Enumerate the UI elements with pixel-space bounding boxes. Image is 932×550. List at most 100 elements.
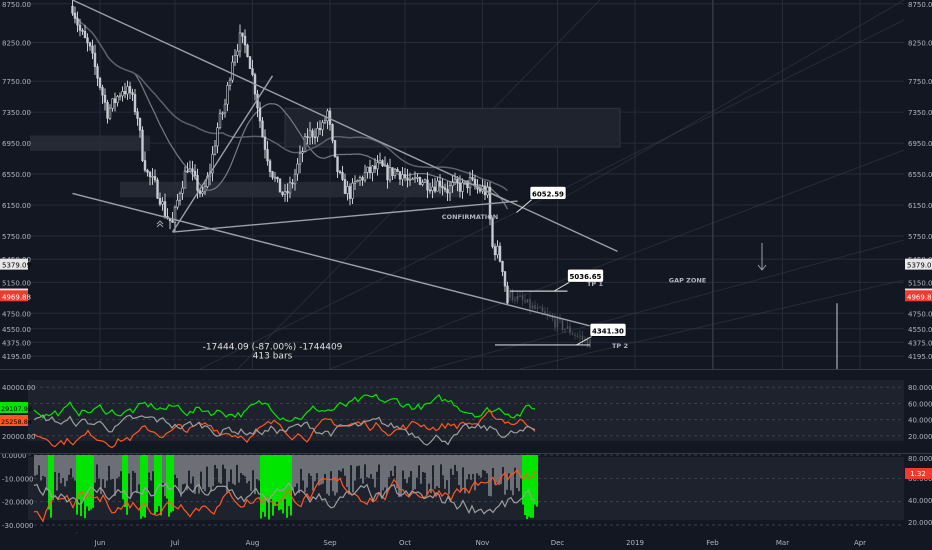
- oscillator-right-label: 80.0000: [908, 384, 932, 392]
- histogram-bar: [530, 455, 532, 518]
- histogram-bar: [424, 455, 426, 473]
- histogram-bar: [174, 455, 176, 475]
- candle-body: [436, 180, 439, 192]
- histogram-bar: [354, 455, 356, 481]
- candle-body: [78, 24, 82, 31]
- histogram-bar: [468, 455, 470, 475]
- projected-candle: [544, 311, 546, 314]
- histogram-bar: [324, 455, 326, 474]
- candle-body: [131, 92, 134, 95]
- histogram-bar: [418, 455, 420, 466]
- histogram-bar: [300, 455, 302, 469]
- histogram-bar: [484, 455, 486, 471]
- histogram-bar: [426, 455, 428, 495]
- histogram-bar: [182, 455, 184, 485]
- histogram-bar: [268, 455, 270, 520]
- zone-box: [30, 135, 150, 151]
- price-tick-label: 8750.00: [2, 1, 31, 9]
- candle-body: [341, 172, 344, 180]
- candle-body: [333, 140, 337, 157]
- time-tick-label: Jul: [170, 539, 180, 547]
- candle-body: [388, 167, 392, 181]
- candle-body: [201, 191, 204, 194]
- candle-body: [231, 61, 234, 81]
- candle-body: [278, 178, 282, 193]
- price-tick-label: 6950.00: [908, 140, 932, 148]
- candle-body: [303, 136, 307, 153]
- histogram-bar: [218, 455, 220, 483]
- histogram-bar: [476, 455, 478, 474]
- histogram-bar: [382, 455, 384, 491]
- candle-body: [103, 94, 107, 103]
- histogram-bar: [130, 455, 132, 497]
- oscillator-left-label: -30.0000: [2, 522, 33, 530]
- histogram-bar: [260, 455, 262, 519]
- histogram-bar: [400, 455, 402, 497]
- histogram-bar: [198, 455, 200, 494]
- histogram-bar: [74, 455, 76, 481]
- price-tick-label: 7750.00: [2, 78, 31, 86]
- histogram-bar: [146, 455, 148, 507]
- candle-body: [236, 50, 239, 56]
- candle-body: [313, 136, 317, 139]
- histogram-bar: [288, 455, 290, 507]
- oscillator-pane-2[interactable]: 0.0000-10.0000-20.0000-30.000080.000060.…: [2, 452, 932, 532]
- histogram-bar: [116, 455, 118, 479]
- candle-body: [338, 171, 342, 173]
- histogram-bar: [272, 455, 274, 516]
- trading-chart[interactable]: 6052.595036.654341.30 CONFIRMATIONTP 1TP…: [0, 0, 932, 550]
- projected-candle: [531, 305, 534, 309]
- histogram-bar: [176, 455, 178, 479]
- projected-candle: [539, 307, 541, 309]
- candle-body: [176, 199, 179, 208]
- histogram-bar: [358, 455, 360, 466]
- time-tick-label: Feb: [706, 539, 719, 547]
- candle-body: [216, 127, 219, 147]
- histogram-bar: [214, 455, 216, 465]
- histogram-bar: [412, 455, 414, 491]
- histogram-bar: [398, 455, 400, 497]
- candle-body: [346, 186, 349, 194]
- histogram-bar: [134, 455, 136, 473]
- price-tick-label: 4550.00: [2, 326, 31, 334]
- projected-candle: [524, 300, 526, 303]
- projected-candle: [516, 295, 519, 301]
- histogram-bar: [266, 455, 268, 501]
- projected-candle: [579, 335, 581, 337]
- time-tick-label: 2019: [626, 539, 644, 547]
- candle-body: [283, 191, 287, 195]
- candle-body: [268, 160, 272, 172]
- candle-body: [266, 149, 269, 162]
- histogram-bar: [152, 455, 154, 472]
- histogram-bar: [40, 455, 42, 481]
- histogram-bar: [312, 455, 314, 491]
- histogram-bar: [294, 455, 296, 487]
- candle-body: [108, 107, 112, 119]
- candle-body: [91, 45, 94, 54]
- histogram-bar: [34, 455, 36, 476]
- histogram-bar: [416, 455, 418, 478]
- histogram-bar: [166, 455, 168, 499]
- oscillator-left-label: 20000.00: [2, 433, 35, 441]
- histogram-bar: [402, 455, 404, 471]
- candle-body: [123, 90, 127, 95]
- projected-candle: [521, 295, 524, 301]
- candle-body: [506, 285, 509, 304]
- histogram-bar: [274, 455, 276, 506]
- candle-body: [386, 164, 389, 181]
- histogram-bar: [368, 455, 370, 479]
- candle-body: [161, 201, 164, 205]
- histogram-bar: [150, 455, 152, 481]
- histogram-bar: [292, 455, 294, 491]
- candle-body: [441, 186, 444, 189]
- price-tick-label: 4195.00: [2, 353, 31, 361]
- candle-body: [83, 31, 87, 39]
- candle-body: [251, 68, 254, 75]
- oscillator-pane-1[interactable]: 40000.00 20000.00 80.0000 60.0000 40.0000 20.…: [0, 371, 932, 453]
- histogram-bar: [168, 455, 170, 517]
- histogram-bar: [496, 455, 498, 483]
- candle-body: [301, 151, 304, 154]
- time-axis[interactable]: Jun Jul Aug Sep Oct Nov Dec 2019 Feb Mar Apr: [0, 534, 932, 550]
- candle-body: [233, 54, 237, 63]
- histogram-bar: [236, 455, 238, 465]
